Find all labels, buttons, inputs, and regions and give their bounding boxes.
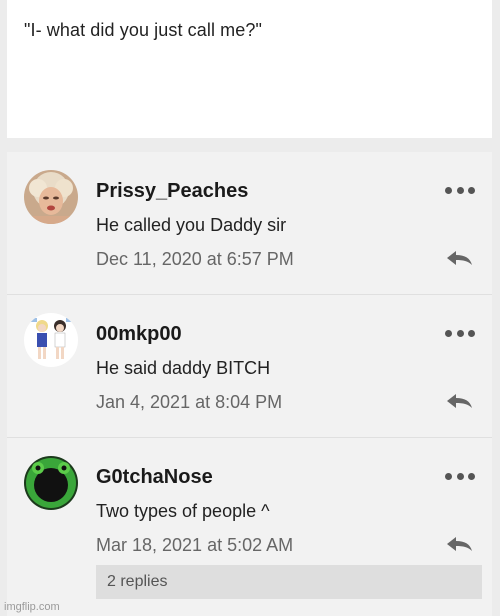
reply-icon[interactable]	[444, 534, 474, 554]
more-options-icon[interactable]	[445, 470, 475, 482]
comment-timestamp: Jan 4, 2021 at 8:04 PM	[96, 392, 283, 412]
reply-icon[interactable]	[444, 248, 474, 268]
post-card: "I- what did you just call me?"	[7, 0, 492, 138]
reply-icon[interactable]	[444, 391, 474, 411]
comment-timestamp: Mar 18, 2021 at 5:02 AM	[96, 535, 294, 555]
view-replies-button[interactable]: 2 replies	[96, 565, 482, 599]
comment-text: He said daddy BITCH	[96, 358, 271, 378]
comment-text: Two types of people ^	[96, 501, 270, 521]
watermark: imgflip.com	[4, 601, 60, 613]
comment-item: G0tchaNose Two types of people ^ Mar 18,…	[7, 438, 492, 581]
comment-text: He called you Daddy sir	[96, 215, 287, 235]
more-options-icon[interactable]	[445, 184, 475, 196]
anime-characters-avatar[interactable]	[24, 313, 78, 367]
post-text: "I- what did you just call me?"	[24, 20, 262, 40]
comment-timestamp: Dec 11, 2020 at 6:57 PM	[96, 249, 294, 269]
comment-username[interactable]: 00mkp00	[96, 323, 182, 346]
comments-list: Prissy_Peaches He called you Daddy sir D…	[7, 152, 492, 616]
green-frog-avatar[interactable]	[24, 456, 78, 510]
comment-username[interactable]: G0tchaNose	[96, 466, 213, 489]
woman-portrait-avatar[interactable]	[24, 170, 78, 224]
comment-item: 00mkp00 He said daddy BITCH Jan 4, 2021 …	[7, 295, 492, 438]
more-options-icon[interactable]	[445, 327, 475, 339]
comment-username[interactable]: Prissy_Peaches	[96, 180, 248, 203]
comment-item: Prissy_Peaches He called you Daddy sir D…	[7, 152, 492, 295]
